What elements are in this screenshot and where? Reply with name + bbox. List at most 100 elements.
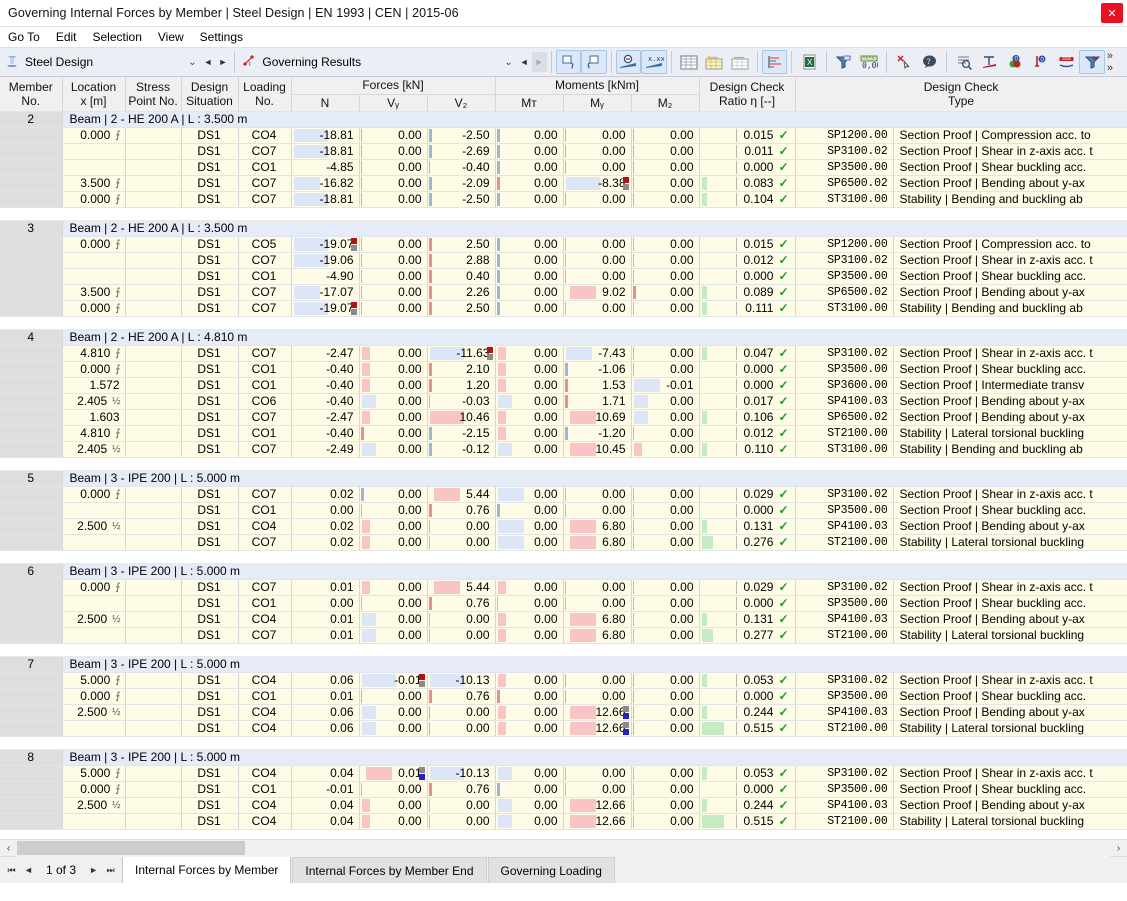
force-n-cell[interactable]: 0.06 xyxy=(291,704,359,720)
design-situation-cell[interactable]: DS1 xyxy=(181,175,238,191)
force-vz-cell[interactable]: -0.03 xyxy=(427,393,495,409)
design-situation-cell[interactable]: DS1 xyxy=(181,797,238,813)
force-vy-cell[interactable]: 0.00 xyxy=(359,236,427,252)
force-vy-cell[interactable]: 0.00 xyxy=(359,268,427,284)
design-check-ratio-cell[interactable]: 0.515✓ xyxy=(699,813,795,829)
loading-icon[interactable]: 0 xyxy=(1028,50,1054,74)
tab-internal-forces-by-member[interactable]: Internal Forces by Member xyxy=(122,856,291,883)
moment-mz-cell[interactable]: 0.00 xyxy=(631,441,699,457)
moment-my-cell[interactable]: 6.80 xyxy=(563,627,631,643)
moment-mt-cell[interactable]: 0.00 xyxy=(495,268,563,284)
design-check-type-cell[interactable]: Section Proof | Compression acc. to xyxy=(893,127,1127,143)
design-check-ratio-cell[interactable]: 0.000✓ xyxy=(699,268,795,284)
moment-mt-cell[interactable]: 0.00 xyxy=(495,236,563,252)
loading-cell[interactable]: CO4 xyxy=(238,672,291,688)
design-situation-cell[interactable]: DS1 xyxy=(181,518,238,534)
stress-point-cell[interactable] xyxy=(125,268,181,284)
design-check-ratio-cell[interactable]: 0.000✓ xyxy=(699,595,795,611)
design-check-code-cell[interactable]: SP3100.02 xyxy=(795,252,893,268)
member-group-row[interactable]: 4Beam | 2 - HE 200 A | L : 4.810 m xyxy=(0,329,1127,345)
force-vz-cell[interactable]: 0.00 xyxy=(427,518,495,534)
chevron-down-icon[interactable]: ⌄ xyxy=(184,57,200,68)
design-situation-cell[interactable]: DS1 xyxy=(181,361,238,377)
force-n-cell[interactable]: 0.01 xyxy=(291,627,359,643)
moment-mz-cell[interactable]: 0.00 xyxy=(631,345,699,361)
stress-point-cell[interactable] xyxy=(125,518,181,534)
design-situation-cell[interactable]: DS1 xyxy=(181,268,238,284)
design-check-type-cell[interactable]: Section Proof | Shear in z-axis acc. t xyxy=(893,672,1127,688)
force-vz-cell[interactable]: 0.00 xyxy=(427,704,495,720)
force-vy-cell[interactable]: 0.00 xyxy=(359,425,427,441)
loading-cell[interactable]: CO1 xyxy=(238,502,291,518)
close-icon[interactable]: ✕ xyxy=(1101,3,1123,23)
table-row[interactable]: 2.500½DS1CO40.010.000.000.006.800.000.13… xyxy=(0,611,1127,627)
moment-my-cell[interactable]: 0.00 xyxy=(563,579,631,595)
location-cell[interactable] xyxy=(62,627,125,643)
design-check-type-cell[interactable]: Section Proof | Bending about y-ax xyxy=(893,175,1127,191)
force-n-cell[interactable]: 0.04 xyxy=(291,813,359,829)
scroll-left-button[interactable]: ‹ xyxy=(0,840,17,857)
design-check-ratio-cell[interactable]: 0.012✓ xyxy=(699,425,795,441)
member-group-row[interactable]: 8Beam | 3 - IPE 200 | L : 5.000 m xyxy=(0,749,1127,765)
moment-mz-cell[interactable]: 0.00 xyxy=(631,175,699,191)
location-cell[interactable]: 0.000⨍ xyxy=(62,191,125,207)
moment-my-cell[interactable]: 0.00 xyxy=(563,252,631,268)
design-check-code-cell[interactable]: SP3500.00 xyxy=(795,595,893,611)
design-situation-cell[interactable]: DS1 xyxy=(181,688,238,704)
result-magnifier-icon[interactable] xyxy=(616,50,642,74)
col-header-vz[interactable]: V₂ xyxy=(427,94,495,111)
location-cell[interactable] xyxy=(62,534,125,550)
member-diagram-icon[interactable] xyxy=(1054,50,1080,74)
design-situation-cell[interactable]: DS1 xyxy=(181,393,238,409)
design-check-ratio-cell[interactable]: 0.110✓ xyxy=(699,441,795,457)
col-header-vy[interactable]: Vᵧ xyxy=(359,94,427,111)
force-vz-cell[interactable]: 0.00 xyxy=(427,720,495,736)
force-vz-cell[interactable]: 2.50 xyxy=(427,236,495,252)
loading-cell[interactable]: CO1 xyxy=(238,425,291,441)
menu-item-view[interactable]: View xyxy=(158,30,193,44)
force-vz-cell[interactable]: 2.50 xyxy=(427,300,495,316)
force-n-cell[interactable]: 0.01 xyxy=(291,688,359,704)
force-n-cell[interactable]: -0.01 xyxy=(291,781,359,797)
moment-my-cell[interactable]: 0.00 xyxy=(563,595,631,611)
force-vy-cell[interactable]: 0.00 xyxy=(359,534,427,550)
design-check-code-cell[interactable]: SP3500.00 xyxy=(795,159,893,175)
moment-mt-cell[interactable]: 0.00 xyxy=(495,191,563,207)
table-row[interactable]: 4.810⨍DS1CO7-2.470.00-11.630.00-7.430.00… xyxy=(0,345,1127,361)
loading-cell[interactable]: CO1 xyxy=(238,268,291,284)
design-situation-cell[interactable]: DS1 xyxy=(181,765,238,781)
moment-mt-cell[interactable]: 0.00 xyxy=(495,704,563,720)
design-check-ratio-cell[interactable]: 0.000✓ xyxy=(699,502,795,518)
delete-results-icon[interactable] xyxy=(891,50,917,74)
stress-point-cell[interactable] xyxy=(125,159,181,175)
stress-point-cell[interactable] xyxy=(125,720,181,736)
design-situation-cell[interactable]: DS1 xyxy=(181,720,238,736)
design-check-ratio-cell[interactable]: 0.244✓ xyxy=(699,704,795,720)
loading-cell[interactable]: CO7 xyxy=(238,409,291,425)
stress-point-cell[interactable] xyxy=(125,345,181,361)
design-situation-cell[interactable]: DS1 xyxy=(181,127,238,143)
moment-mt-cell[interactable]: 0.00 xyxy=(495,252,563,268)
stress-point-cell[interactable] xyxy=(125,409,181,425)
location-cell[interactable]: 5.000⨍ xyxy=(62,672,125,688)
bar-chart-icon[interactable] xyxy=(762,50,788,74)
design-check-type-cell[interactable]: Stability | Lateral torsional buckling xyxy=(893,720,1127,736)
member-number-cell[interactable]: 2 xyxy=(0,111,62,127)
moment-mz-cell[interactable]: 0.00 xyxy=(631,486,699,502)
member-group-row[interactable]: 3Beam | 2 - HE 200 A | L : 3.500 m xyxy=(0,220,1127,236)
force-n-cell[interactable]: 0.00 xyxy=(291,595,359,611)
moment-my-cell[interactable]: 12.66 xyxy=(563,813,631,829)
moment-my-cell[interactable]: 1.53 xyxy=(563,377,631,393)
force-vz-cell[interactable]: -2.50 xyxy=(427,127,495,143)
force-vz-cell[interactable]: -2.50 xyxy=(427,191,495,207)
loading-cell[interactable]: CO7 xyxy=(238,627,291,643)
design-check-code-cell[interactable]: SP4100.03 xyxy=(795,518,893,534)
col-header-mz[interactable]: M₂ xyxy=(631,94,699,111)
design-situation-cell[interactable]: DS1 xyxy=(181,345,238,361)
moment-my-cell[interactable]: -1.20 xyxy=(563,425,631,441)
design-check-code-cell[interactable]: SP6500.02 xyxy=(795,175,893,191)
force-n-cell[interactable]: -19.06 xyxy=(291,252,359,268)
force-vy-cell[interactable]: 0.00 xyxy=(359,441,427,457)
member-number-cell[interactable]: 3 xyxy=(0,220,62,236)
moment-mt-cell[interactable]: 0.00 xyxy=(495,345,563,361)
